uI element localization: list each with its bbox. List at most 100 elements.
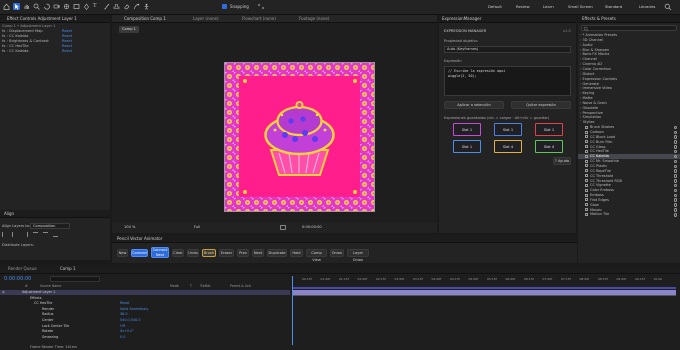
- comp1-timeline-tab[interactable]: Comp 1: [60, 266, 76, 271]
- pva-onion-button[interactable]: Onion: [330, 249, 344, 257]
- timeline-row[interactable]: Lock Center Tile Off: [0, 324, 290, 329]
- disclosure-triangle-icon[interactable]: ›: [580, 62, 581, 66]
- row-value[interactable]: 540.0,540.0: [120, 318, 141, 323]
- disclosure-triangle-icon[interactable]: ›: [7, 44, 8, 48]
- comp-breadcrumb-chip[interactable]: Comp 1: [119, 26, 139, 33]
- apply-to-selection-button[interactable]: Aplicar a selección: [444, 101, 504, 109]
- viewer-timecode[interactable]: 0:00:00:00: [302, 225, 322, 229]
- render-queue-tab[interactable]: Render Queue: [8, 266, 37, 271]
- pen-tool-icon[interactable]: [83, 3, 90, 10]
- row-value[interactable]: Solid Seamlessly: [120, 307, 148, 312]
- pva-layer-onion-button[interactable]: Layer Onion: [347, 249, 369, 262]
- pva-next-button[interactable]: Next: [252, 249, 264, 257]
- fx-toggle-icon[interactable]: fx: [2, 49, 5, 53]
- pva-eraser-button[interactable]: Eraser: [219, 249, 234, 257]
- pencil-animator-title[interactable]: Pencil Vector Animator: [117, 236, 162, 241]
- pva-duplicate-button[interactable]: Duplicate: [267, 249, 287, 257]
- puppet-tool-icon[interactable]: [143, 3, 150, 10]
- disclosure-triangle-icon[interactable]: ›: [7, 39, 8, 43]
- timeline-row[interactable]: Smearing 0.0: [0, 335, 290, 340]
- rotate-tool-icon[interactable]: [43, 3, 50, 10]
- timeline-row[interactable]: Rotate 0x+0.0°: [0, 329, 290, 334]
- disclosure-triangle-icon[interactable]: ›: [7, 29, 8, 33]
- snapping-options-icon[interactable]: [257, 3, 265, 10]
- roto-brush-tool-icon[interactable]: [133, 3, 140, 10]
- type-tool-icon[interactable]: T: [93, 3, 100, 10]
- footage-tab[interactable]: Footage (none): [299, 16, 329, 21]
- zoom-dropdown[interactable]: 100 %: [124, 225, 135, 229]
- disclosure-triangle-icon[interactable]: ›: [580, 106, 581, 110]
- fx-toggle-icon[interactable]: fx: [2, 39, 5, 43]
- camera-snapshot-icon[interactable]: [280, 225, 286, 230]
- pva-clear-button[interactable]: Clear: [172, 249, 184, 257]
- disclosure-triangle-icon[interactable]: ›: [580, 82, 581, 86]
- workspace-tab-small-screen[interactable]: Small Screen: [568, 4, 593, 9]
- disclosure-triangle-icon[interactable]: ›: [580, 115, 581, 119]
- home-icon[interactable]: [3, 3, 10, 10]
- disclosure-triangle-icon[interactable]: ›: [580, 48, 581, 52]
- quality-dropdown[interactable]: Full: [194, 225, 200, 229]
- pva-new-button[interactable]: New: [117, 249, 128, 257]
- pva-connect-button[interactable]: Connect: [131, 249, 148, 257]
- align-right-icon[interactable]: [23, 232, 28, 237]
- disclosure-triangle-icon[interactable]: ›: [580, 91, 581, 95]
- workspace-tab-default[interactable]: Default: [488, 4, 502, 9]
- visibility-eye-icon[interactable]: ◉: [2, 290, 5, 295]
- disclosure-triangle-icon[interactable]: ˅: [580, 120, 582, 124]
- saved-slot-button[interactable]: Slot 1: [494, 123, 522, 136]
- eraser-tool-icon[interactable]: [123, 3, 130, 10]
- row-value[interactable]: 36.0: [120, 312, 128, 317]
- disclosure-triangle-icon[interactable]: ›: [580, 52, 581, 56]
- align-bottom-icon[interactable]: [53, 232, 59, 237]
- pva-brush-button[interactable]: Brush: [202, 249, 216, 257]
- align-left-icon[interactable]: [2, 232, 7, 237]
- snapping-checkbox[interactable]: [222, 4, 227, 9]
- saved-slot-button[interactable]: Slot 1: [453, 123, 481, 136]
- timeline-row[interactable]: Center 540.0,540.0: [0, 318, 290, 323]
- pva-connect-next-button[interactable]: Connect Next: [151, 247, 169, 258]
- effect-reset-link[interactable]: Reset: [62, 49, 72, 54]
- timeline-timecode[interactable]: 0:00:00:00: [4, 276, 31, 282]
- align-to-dropdown[interactable]: Composition: [30, 223, 70, 229]
- effects-search-input[interactable]: [581, 25, 677, 32]
- zoom-tool-icon[interactable]: [33, 3, 40, 10]
- effect-item[interactable]: Motion Tile: [578, 212, 680, 217]
- fx-toggle-icon[interactable]: fx: [2, 29, 5, 33]
- clone-stamp-tool-icon[interactable]: [113, 3, 120, 10]
- align-top-icon[interactable]: [32, 232, 38, 237]
- disclosure-triangle-icon[interactable]: ›: [7, 49, 8, 53]
- selection-tool-icon[interactable]: [13, 3, 20, 10]
- disclosure-triangle-icon[interactable]: ›: [580, 86, 581, 90]
- pva-hold-button[interactable]: Hold: [290, 249, 303, 257]
- timeline-row[interactable]: Render Solid Seamlessly: [0, 307, 290, 312]
- workspace-tab-standard[interactable]: Standard: [605, 4, 622, 9]
- align-title[interactable]: Align: [4, 211, 14, 216]
- brush-tool-icon[interactable]: [103, 3, 110, 10]
- disclosure-triangle-icon[interactable]: ›: [580, 77, 581, 81]
- pva-prev-button[interactable]: Prev: [237, 249, 249, 257]
- saved-slot-button[interactable]: Slot 1: [453, 140, 481, 153]
- pva-undo-button[interactable]: Undo: [187, 249, 199, 257]
- timeline-row[interactable]: ◉ Adjustment Layer 1: [0, 290, 290, 295]
- timeline-row[interactable]: Radius 36.0: [0, 312, 290, 317]
- disclosure-triangle-icon[interactable]: ›: [580, 111, 581, 115]
- workspace-tab-libraries[interactable]: Libraries: [639, 4, 655, 9]
- workspace-tab-review[interactable]: Review: [516, 4, 530, 9]
- disclosure-triangle-icon[interactable]: ›: [580, 101, 581, 105]
- align-vcenter-icon[interactable]: [43, 232, 49, 237]
- search-help-icon[interactable]: [664, 3, 672, 11]
- timeline-row[interactable]: CC HexTile Reset: [0, 301, 290, 306]
- effects-presets-title[interactable]: Effects & Presets: [582, 16, 616, 21]
- disclosure-triangle-icon[interactable]: ›: [580, 72, 581, 76]
- pan-behind-tool-icon[interactable]: [63, 3, 70, 10]
- disclosure-triangle-icon[interactable]: ›: [580, 38, 581, 42]
- disclosure-triangle-icon[interactable]: ›: [580, 96, 581, 100]
- disclosure-triangle-icon[interactable]: ›: [580, 43, 581, 47]
- timeline-row[interactable]: Effects: [0, 296, 290, 301]
- disclosure-triangle-icon[interactable]: ›: [580, 33, 581, 37]
- current-time-indicator[interactable]: [292, 276, 293, 345]
- saved-slot-button[interactable]: Slot 4: [535, 140, 563, 153]
- help-button[interactable]: ? Ayuda: [553, 157, 571, 165]
- layer-tab[interactable]: Layer (none): [193, 16, 219, 21]
- row-value[interactable]: 0.0: [120, 335, 125, 340]
